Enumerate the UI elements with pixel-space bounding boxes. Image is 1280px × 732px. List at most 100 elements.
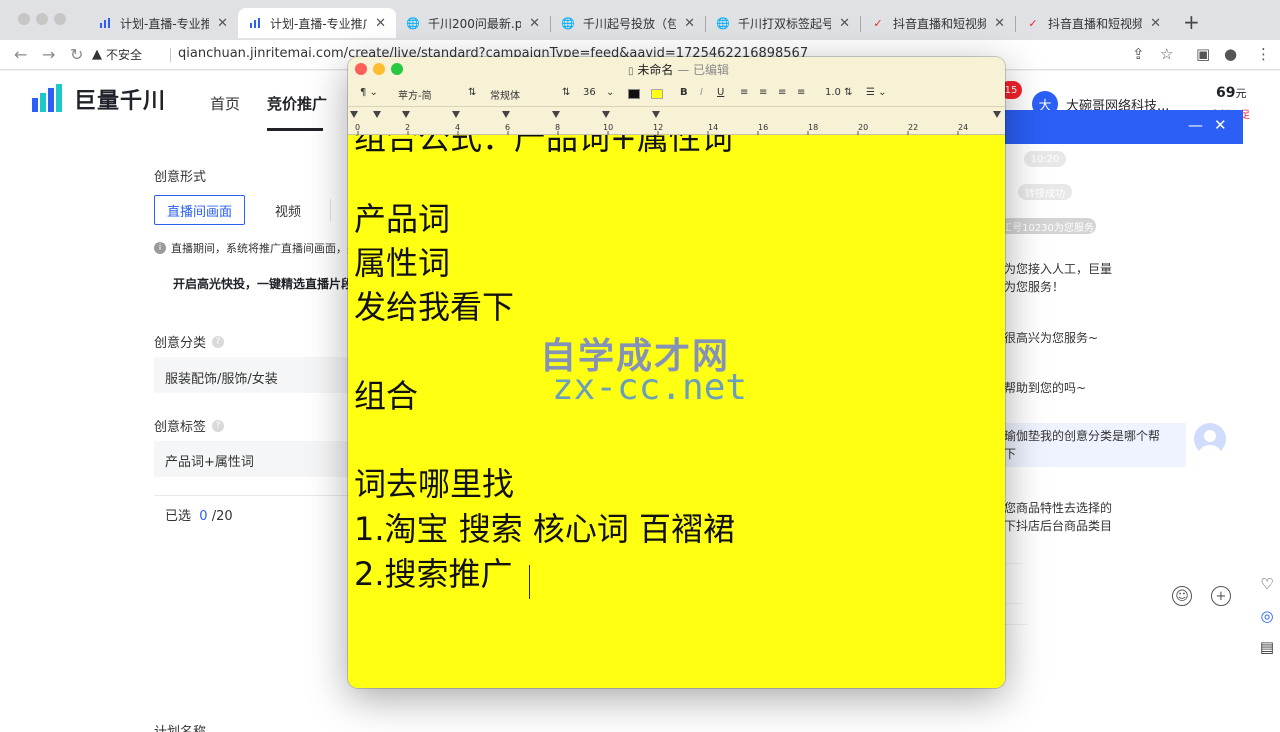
editor-line[interactable]: 组合公式：产品词+属性词 xyxy=(354,135,733,159)
chat-message-line: 帮助到您的吗~ xyxy=(1004,381,1087,395)
window-zoom-button[interactable] xyxy=(54,13,66,25)
italic-button[interactable]: I xyxy=(700,87,703,98)
editor-line[interactable]: 属性词 xyxy=(354,238,450,284)
selected-number: 0 xyxy=(199,509,208,524)
close-icon[interactable]: ✕ xyxy=(684,16,695,31)
option-video[interactable]: 视频 xyxy=(258,195,318,225)
text-color-swatch[interactable] xyxy=(628,89,640,99)
close-icon[interactable]: ✕ xyxy=(529,16,540,31)
add-attachment-icon[interactable]: + xyxy=(1211,586,1231,606)
editor-line[interactable]: 产品词 xyxy=(354,194,450,240)
option-live-screen[interactable]: 直播间画面 xyxy=(154,195,245,225)
font-family-select[interactable]: 苹方-简 xyxy=(398,87,432,102)
window-minimize-button[interactable] xyxy=(36,13,48,25)
editor-content[interactable]: 组合公式：产品词+属性词 产品词 属性词 发给我看下 组合 词去哪里找 1.淘宝… xyxy=(348,135,1005,688)
globe-icon: 🌐 xyxy=(716,16,730,30)
forward-icon[interactable]: → xyxy=(42,45,55,64)
editor-title: ▯ 未命名 — 已编辑 xyxy=(628,63,730,77)
line-spacing-select[interactable]: 1.0 ⇅ xyxy=(825,87,852,98)
browser-tab-4[interactable]: 🌐 千川起号投放（包含 ✕ xyxy=(551,8,705,38)
align-center-icon[interactable]: ≡ xyxy=(759,87,767,98)
sidebar-icon[interactable]: ▣ xyxy=(1196,45,1210,63)
close-icon[interactable]: ✕ xyxy=(839,16,850,31)
warning-icon[interactable]: ▲ xyxy=(92,47,102,62)
balance-unit: 元 xyxy=(1235,87,1247,100)
browser-tab-6[interactable]: ✓ 抖音直播和短视频电 ✕ xyxy=(861,8,1015,38)
tag-title-text: 创意标签 xyxy=(154,420,207,435)
back-icon[interactable]: ← xyxy=(14,45,27,64)
share-icon[interactable]: ⇪ xyxy=(1132,45,1145,63)
editor-title-text: 未命名 xyxy=(637,63,674,77)
minimize-icon[interactable]: — xyxy=(1188,116,1203,134)
browser-tab-1[interactable]: 计划-直播-专业推广 ✕ xyxy=(88,8,238,38)
chat-message: 为您接入人工，巨量 为您服务！ xyxy=(1004,260,1112,296)
close-icon[interactable]: ✕ xyxy=(217,16,228,31)
font-style-select[interactable]: 常规体 xyxy=(490,87,520,102)
browser-tab-5[interactable]: 🌐 千川打双标签起号-创 ✕ xyxy=(706,8,860,38)
new-tab-button[interactable]: + xyxy=(1183,10,1200,34)
douyin-icon: ✓ xyxy=(1028,16,1038,30)
editor-close-button[interactable] xyxy=(355,63,367,75)
highlight-text[interactable]: 开启高光快投，一键精选直播片段 xyxy=(173,275,353,292)
tab-title: 计划-直播-专业推广 xyxy=(270,16,368,31)
spacing-label: 1.0 xyxy=(825,87,841,98)
chevron-updown-icon: ⇅ xyxy=(468,87,477,98)
category-value: 服装配饰/服饰/女装 xyxy=(165,372,278,387)
chat-message-line: 为您服务！ xyxy=(1004,280,1065,294)
font-size-select[interactable]: 36 xyxy=(583,87,596,98)
help-icon[interactable]: ? xyxy=(212,335,225,348)
underline-button[interactable]: U xyxy=(717,87,724,98)
list-style-icon[interactable]: ☰ ⌄ xyxy=(866,87,887,98)
editor-line[interactable]: 词去哪里找 xyxy=(354,459,514,505)
align-justify-icon[interactable]: ≡ xyxy=(797,87,805,98)
editor-line[interactable]: 发给我看下 xyxy=(354,282,514,328)
profile-icon[interactable]: ● xyxy=(1224,45,1237,63)
editor-line[interactable]: 2.搜索推广 xyxy=(354,549,513,595)
security-label[interactable]: 不安全 xyxy=(106,46,142,63)
nav-home[interactable]: 首页 xyxy=(210,93,240,114)
ruler-ticks xyxy=(357,131,959,135)
chat-message-mine: 瑜伽垫我的创意分类是哪个帮 下 xyxy=(996,423,1186,467)
notes-icon[interactable]: ▤ xyxy=(1257,637,1277,657)
help-icon[interactable]: ? xyxy=(212,419,225,432)
browser-tab-3[interactable]: 🌐 千川200问最新.pdf ✕ xyxy=(396,8,550,38)
bookmark-star-icon[interactable]: ☆ xyxy=(1160,45,1173,63)
globe-icon: 🌐 xyxy=(406,16,420,30)
reload-icon[interactable]: ↻ xyxy=(70,45,83,64)
feedback-icon[interactable]: ♡ xyxy=(1257,574,1277,594)
support-headset-icon[interactable]: ◎ xyxy=(1257,606,1277,626)
chat-message-line: 您商品特性去选择的 xyxy=(1004,501,1113,515)
tab-title: 千川起号投放（包含 xyxy=(583,16,677,31)
more-menu-icon[interactable]: ⋮ xyxy=(1256,45,1271,63)
align-left-icon[interactable]: ≡ xyxy=(740,87,748,98)
highlight-color-swatch[interactable] xyxy=(651,89,663,99)
editor-zoom-button[interactable] xyxy=(391,63,403,75)
window-close-button[interactable] xyxy=(18,13,30,25)
chat-message: 帮助到您的吗~ xyxy=(1004,379,1086,397)
chat-message: 您商品特性去选择的 下抖店后台商品类目 xyxy=(1004,499,1112,535)
browser-tab-7[interactable]: ✓ 抖音直播和短视频电 ✕ xyxy=(1016,8,1171,38)
emoji-icon[interactable]: ☺ xyxy=(1172,586,1192,606)
nav-active-underline xyxy=(267,128,323,131)
close-icon[interactable]: ✕ xyxy=(1214,116,1227,134)
editor-line[interactable]: 组合 xyxy=(354,371,418,417)
chat-agent-notice: 工号10230为您服务 xyxy=(1000,218,1096,234)
tag-value: 产品词+属性词 xyxy=(165,455,254,470)
nav-bidding[interactable]: 竞价推广 xyxy=(267,93,327,114)
browser-tab-bar: 计划-直播-专业推广 ✕ 计划-直播-专业推广 ✕ 🌐 千川200问最新.pdf… xyxy=(0,0,1280,40)
align-right-icon[interactable]: ≡ xyxy=(778,87,786,98)
logo[interactable]: 巨量千川 xyxy=(30,83,166,115)
editor-minimize-button[interactable] xyxy=(373,63,385,75)
close-icon[interactable]: ✕ xyxy=(1150,16,1161,31)
close-icon[interactable]: ✕ xyxy=(375,16,386,31)
globe-icon: 🌐 xyxy=(561,16,575,30)
chat-message-line: 为您接入人工，巨量 xyxy=(1004,262,1113,276)
paragraph-style-button[interactable]: ¶ ⌄ xyxy=(360,87,378,98)
close-icon[interactable]: ✕ xyxy=(994,16,1005,31)
editor-line[interactable]: 1.淘宝 搜索 核心词 百褶裙 xyxy=(354,504,735,550)
style-label: 常规体 xyxy=(490,91,520,102)
browser-tab-2[interactable]: 计划-直播-专业推广 ✕ xyxy=(238,8,396,38)
tag-title: 创意标签 ? xyxy=(154,416,225,435)
text-editor-window: ▯ 未命名 — 已编辑 ¶ ⌄ 苹方-简 ⇅ 常规体 ⇅ 36 ⌄ B I U … xyxy=(348,57,1005,688)
bold-button[interactable]: B xyxy=(680,87,688,98)
